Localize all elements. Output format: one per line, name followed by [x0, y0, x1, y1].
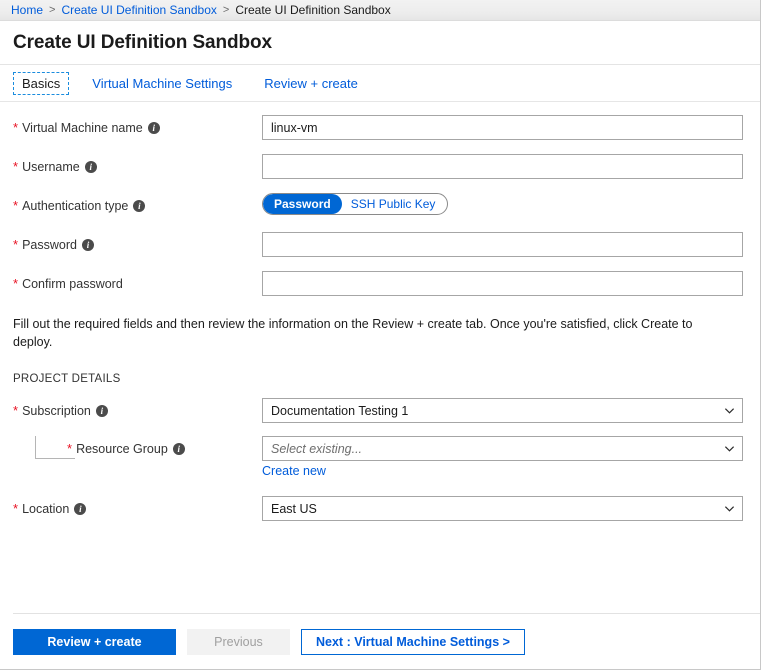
label-text: Authentication type: [22, 198, 129, 213]
required-marker: *: [13, 120, 19, 135]
info-icon[interactable]: i: [133, 199, 146, 212]
required-marker: *: [13, 237, 19, 252]
page-header: Create UI Definition Sandbox: [0, 21, 760, 65]
auth-option-ssh-public-key[interactable]: SSH Public Key: [342, 194, 448, 214]
field-label-confirm-password: * Confirm password: [13, 271, 262, 296]
chevron-down-icon: [724, 446, 735, 452]
field-authentication-type: * Authentication type i Password SSH Pub…: [13, 193, 747, 218]
virtual-machine-name-input[interactable]: [262, 115, 743, 140]
field-virtual-machine-name: * Virtual Machine name i: [13, 115, 747, 140]
next-button[interactable]: Next : Virtual Machine Settings >: [301, 628, 525, 655]
info-icon[interactable]: i: [81, 238, 94, 251]
info-icon[interactable]: i: [95, 404, 108, 417]
location-dropdown[interactable]: East US: [262, 496, 743, 521]
tab-virtual-machine-settings[interactable]: Virtual Machine Settings: [83, 72, 241, 95]
auth-option-password[interactable]: Password: [263, 194, 342, 214]
footer-toolbar: Review + create Previous Next : Virtual …: [0, 614, 760, 669]
field-password: * Password i: [13, 232, 747, 257]
username-input[interactable]: [262, 154, 743, 179]
page-title: Create UI Definition Sandbox: [13, 31, 273, 53]
info-icon[interactable]: i: [172, 442, 185, 455]
breadcrumb-item-sandbox[interactable]: Create UI Definition Sandbox: [61, 3, 216, 17]
required-marker: *: [13, 159, 19, 174]
subscription-value: Documentation Testing 1: [271, 403, 409, 418]
label-text: Virtual Machine name: [22, 120, 143, 135]
basics-form: * Virtual Machine name i * Username i * …: [0, 115, 760, 296]
required-marker: *: [13, 198, 19, 213]
breadcrumb-item-home[interactable]: Home: [11, 3, 43, 17]
breadcrumb-separator: >: [222, 4, 230, 16]
create-new-resource-group-link[interactable]: Create new: [262, 464, 326, 478]
label-text: Location: [22, 501, 70, 516]
info-icon[interactable]: i: [84, 160, 97, 173]
breadcrumb-item-current: Create UI Definition Sandbox: [235, 3, 391, 17]
authentication-type-toggle[interactable]: Password SSH Public Key: [262, 193, 449, 215]
subscription-dropdown[interactable]: Documentation Testing 1: [262, 398, 743, 423]
form-description: Fill out the required fields and then re…: [13, 317, 693, 349]
field-subscription: * Subscription i Documentation Testing 1: [13, 398, 747, 423]
section-title-project-details: PROJECT DETAILS: [13, 373, 121, 385]
field-label-resource-group: * Resource Group i: [13, 436, 262, 461]
tab-basics[interactable]: Basics: [13, 71, 70, 95]
required-marker: *: [13, 501, 19, 516]
chevron-down-icon: [724, 506, 735, 512]
review-create-button[interactable]: Review + create: [13, 628, 176, 655]
required-marker: *: [13, 276, 19, 291]
info-icon[interactable]: i: [74, 502, 87, 515]
tree-connector-line: [35, 436, 75, 459]
breadcrumb-separator: >: [49, 4, 56, 16]
field-label-subscription: * Subscription i: [13, 398, 262, 423]
label-text: Subscription: [22, 403, 91, 418]
field-location: * Location i East US: [13, 496, 747, 521]
field-label-virtual-machine-name: * Virtual Machine name i: [13, 115, 262, 140]
field-label-password: * Password i: [13, 232, 262, 257]
field-confirm-password: * Confirm password: [13, 271, 747, 296]
confirm-password-input[interactable]: [262, 271, 743, 296]
info-icon[interactable]: i: [147, 121, 160, 134]
label-text: Confirm password: [22, 276, 123, 291]
create-ui-definition-sandbox-page: Home > Create UI Definition Sandbox > Cr…: [0, 0, 761, 670]
resource-group-dropdown[interactable]: Select existing...: [262, 436, 743, 461]
label-text: Password: [22, 237, 77, 252]
label-text: Resource Group: [76, 441, 168, 456]
chevron-down-icon: [724, 408, 735, 414]
field-label-username: * Username i: [13, 154, 262, 179]
field-resource-group: * Resource Group i Select existing... Cr…: [13, 436, 747, 480]
breadcrumb: Home > Create UI Definition Sandbox > Cr…: [0, 0, 760, 21]
field-username: * Username i: [13, 154, 747, 179]
label-text: Username: [22, 159, 80, 174]
tab-review-create[interactable]: Review + create: [255, 72, 367, 95]
project-details-form: * Subscription i Documentation Testing 1…: [0, 398, 760, 521]
tab-bar: Basics Virtual Machine Settings Review +…: [0, 65, 760, 102]
password-input[interactable]: [262, 232, 743, 257]
previous-button: Previous: [187, 628, 290, 655]
field-label-authentication-type: * Authentication type i: [13, 193, 262, 218]
resource-group-value: Select existing...: [271, 441, 363, 456]
required-marker: *: [13, 403, 19, 418]
field-label-location: * Location i: [13, 496, 262, 521]
location-value: East US: [271, 501, 317, 516]
